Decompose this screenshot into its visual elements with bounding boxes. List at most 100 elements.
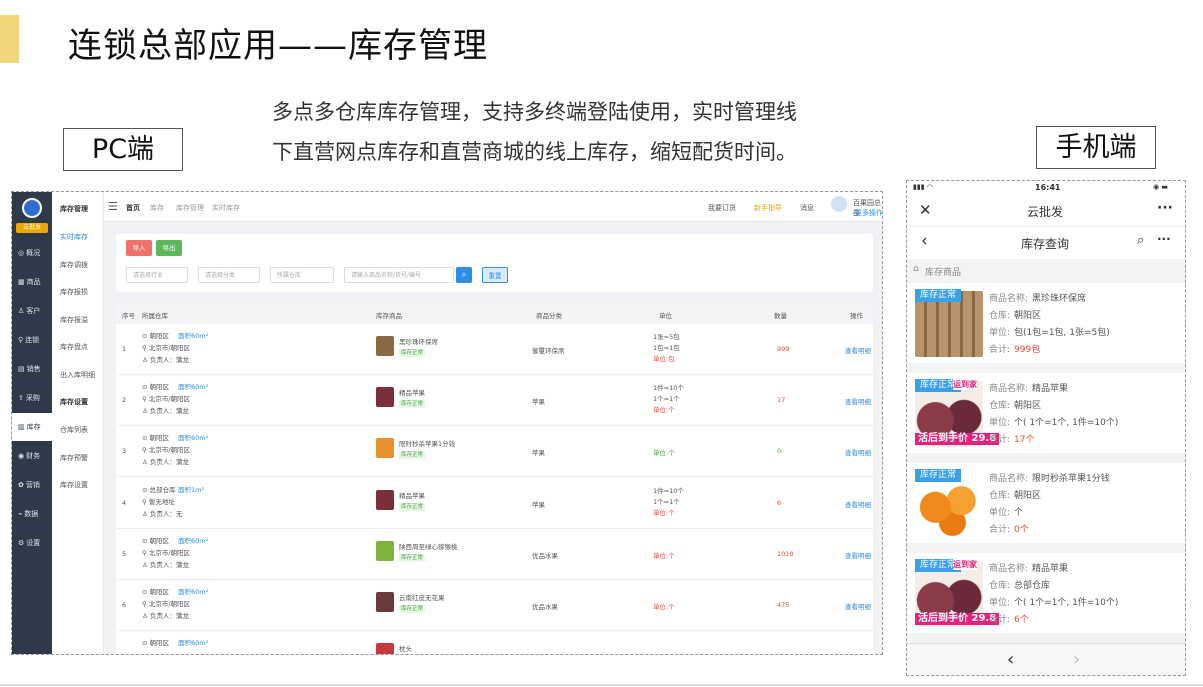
search-input[interactable]: 请输入商品名称/货号/编号 [344,267,454,283]
search-icon[interactable]: ⌕ [1137,233,1144,248]
sidebar-item-0[interactable]: ◎ 概况 [12,239,52,267]
message-link[interactable]: 消息 [800,203,814,213]
submenu-item-1[interactable]: 库存调拨 [60,260,88,270]
submenu-setting-item-0[interactable]: 仓库列表 [60,425,88,435]
category-select[interactable]: 请选择分类 [198,267,260,283]
inventory-card[interactable]: 库存正常 运到家 活后到手价 29.8 商品名称: 精品苹果 仓库: 朝阳区 单位: 个( 1个… [907,373,1185,453]
row-warehouse: ⊙ 朝阳区 [142,332,170,340]
warehouse-name: 朝阳区 [149,434,170,443]
sidebar-item-label: 客户 [26,307,41,315]
inventory-card[interactable]: 库存正常 商品名称: 黑珍珠环保席 仓库: 朝阳区 单位: 包(1包=1包, 1张=5包) 合… [907,283,1185,363]
sidebar-item-5[interactable]: ⇪ 采购 [12,384,52,412]
submenu-setting-item-2[interactable]: 库存设置 [60,480,88,490]
sidebar-item-8[interactable]: ✿ 营销 [12,471,52,499]
submenu-item-3[interactable]: 库存报溢 [60,315,88,325]
card-line-total: 合计: 17个 [989,432,1035,445]
card-value: 总部仓库 [1014,581,1051,591]
breadcrumb-home[interactable]: 首页 [126,203,140,213]
row-manager: ♙ 负责人：蒲龙 [142,356,189,364]
view-detail-link[interactable]: 查看明细 [845,396,871,406]
breadcrumb-inventory-mgmt[interactable]: 库存管理 [176,203,204,213]
sidebar-item-icon: ⌁ [18,510,23,518]
row-category: 御璽环保席 [532,347,565,355]
stock-badge: 库存正常 [915,469,962,482]
row-product[interactable]: 陕西周至绿心猕猴桃 [399,541,458,551]
row-product[interactable]: 精品苹果 [399,387,425,397]
breadcrumb-inventory[interactable]: 库存 [150,203,164,213]
row-warehouse: ⊙ 朝阳区 [142,383,170,392]
sidebar-item-2[interactable]: ♙ 客户 [12,297,52,325]
col-category: 商品分类 [536,312,562,320]
manager-name: 负责人：蒲龙 [149,356,189,364]
sidebar-item-1[interactable]: ▦ 商品 [12,268,52,296]
sidebar-item-3[interactable]: ⚲ 连锁 [12,326,52,354]
card-line-name: 商品名称: 精品苹果 [989,561,1068,574]
avatar[interactable] [831,196,847,212]
row-product[interactable]: 云南红皮无花果 [399,592,445,602]
row-area: 面积60m² [178,434,209,443]
submenu-item-2[interactable]: 库存报损 [60,287,88,297]
submenu-item-4[interactable]: 库存盘点 [60,342,88,352]
search-icon[interactable]: ⌕ [456,267,472,283]
row-no: 5 [122,549,127,558]
sidebar-item-9[interactable]: ⌁ 数据 [12,500,52,528]
sidebar-item-7[interactable]: ◉ 财务 [12,442,52,470]
row-qty: 999 [777,345,790,353]
row-product[interactable]: 枕头 [399,643,412,653]
card-label: 合计: [989,525,1011,535]
row-city: ⚲ 北京市/朝阳区 [142,395,191,404]
submenu-setting-item-1[interactable]: 库存预警 [60,453,88,463]
table-row: 4 ⊙ 总部仓库 面积1m² ⚲ 暂无地址 ♙ 负责人：无 精品苹果 库存正常 苹果 1件=10… [116,478,873,529]
view-detail-link[interactable]: 查看明细 [845,601,871,611]
row-area: 面积60m² [178,383,209,392]
export-button[interactable]: 导出 [156,240,182,256]
menu-icon[interactable]: ☰ [108,200,118,213]
warehouse-name: 总部仓库 [149,485,176,494]
guide-link[interactable]: 新手指导 [754,203,782,213]
row-city: ⚲ 北京市/朝阳区 [142,446,191,455]
submenu-group-inventory[interactable]: 库存管理 [60,204,88,214]
row-product[interactable]: 精品苹果 [399,490,425,500]
row-unit-0: 单位:个 [653,449,675,458]
promo-price-label: 活后到手价 29.8 [915,433,1000,445]
next-icon[interactable]: › [1073,649,1080,670]
pc-sidebar: 云批发 ◎ 概况 ▦ 商品 ♙ 客户 ⚲ 连锁 ▤ 销售 ⇪ 采购 ▥ 库存 ◉ 财务 ✿ 营销 ⌁ 数据 ⚙ 设置 [12,192,52,654]
row-warehouse: ⊙ 朝阳区 [142,588,170,596]
view-detail-link[interactable]: 查看明细 [845,345,871,355]
submenu-item-0[interactable]: 实时库存 [60,232,88,242]
sidebar-item-label: 营销 [25,481,40,489]
prev-icon[interactable]: ‹ [1007,649,1014,670]
order-link[interactable]: 我要订货 [708,203,736,213]
app-title: 云批发 [1027,205,1064,219]
more-icon[interactable]: ··· [1157,232,1171,246]
inventory-card[interactable]: 库存正常 运到家 活后到手价 29.8 商品名称: 精品苹果 仓库: 总部仓库 单位: 个( 1… [907,553,1185,633]
product-thumbnail [376,438,394,459]
more-actions-link[interactable]: 更多操作 [855,208,882,218]
industry-select[interactable]: 请选择行业 [126,267,188,283]
sidebar-item-10[interactable]: ⚙ 设置 [12,529,52,557]
back-icon[interactable]: ‹ [921,231,928,251]
sidebar-item-icon: ▤ [18,365,25,373]
sidebar-item-6[interactable]: ▥ 库存 [12,413,52,441]
sidebar-item-4[interactable]: ▤ 销售 [12,355,52,383]
view-detail-link[interactable]: 查看明细 [845,447,871,457]
import-button[interactable]: 导入 [126,240,152,256]
submenu-item-5[interactable]: 出入库明细 [60,370,95,380]
warehouse-select[interactable]: 所属仓库 [270,267,334,283]
view-detail-link[interactable]: 查看明细 [845,499,871,509]
more-icon[interactable]: ··· [1157,200,1173,216]
card-label: 单位: [989,418,1011,428]
submenu-group-settings[interactable]: 库存设置 [60,397,88,407]
inventory-card[interactable]: 库存正常 商品名称: 限时秒杀苹果1分钱 仓库: 朝阳区 单位: 个合计: 0个 [907,463,1185,543]
row-product[interactable]: 黑珍珠环保席 [399,336,438,346]
product-thumbnail [376,540,394,561]
card-label: 合计: [989,345,1011,355]
row-product[interactable]: 限时秒杀苹果1分钱 [399,438,455,448]
view-detail-link[interactable]: 查看明细 [845,550,871,560]
col-no: 序号 [122,312,135,320]
card-label: 商品名称: [989,474,1029,484]
close-icon[interactable]: ✕ [919,201,932,219]
stock-badge: 库存正常 [915,289,962,302]
reset-button[interactable]: 重置 [482,267,508,283]
row-status-tag: 库存正常 [399,502,426,511]
